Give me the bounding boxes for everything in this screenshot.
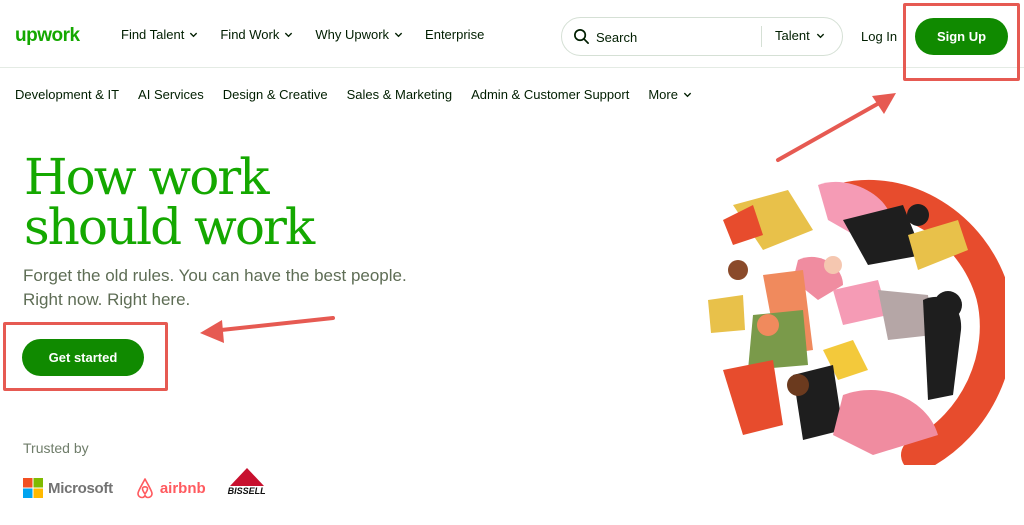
signup-button[interactable]: Sign Up	[915, 18, 1008, 55]
search-divider	[761, 26, 762, 47]
brand-microsoft-name: Microsoft	[48, 479, 113, 497]
brand-bissell: BISSELL	[228, 468, 266, 496]
illustration-laptop	[708, 295, 745, 333]
illustration-head	[787, 374, 809, 396]
logo-text: upwork	[15, 25, 80, 46]
hero-headline-line1: How work	[24, 148, 270, 206]
hero-headline: How work should work	[24, 148, 315, 256]
nav-why-upwork[interactable]: Why Upwork	[315, 27, 403, 42]
nav-find-talent[interactable]: Find Talent	[121, 27, 198, 42]
nav-find-talent-label: Find Talent	[121, 27, 185, 42]
illustration-head	[907, 204, 929, 226]
hero-headline-line2: should work	[24, 198, 315, 256]
nav-find-work[interactable]: Find Work	[220, 27, 293, 42]
chevron-down-icon	[683, 92, 692, 98]
illustration-head	[728, 260, 748, 280]
trusted-by-label: Trusted by	[23, 440, 89, 456]
chevron-down-icon	[394, 32, 403, 38]
hero-illustration	[708, 170, 1005, 465]
search-input[interactable]	[596, 27, 746, 47]
search-box: Talent	[561, 17, 843, 56]
brand-bissell-name: BISSELL	[227, 486, 266, 496]
category-admin-support[interactable]: Admin & Customer Support	[471, 87, 629, 102]
brand-airbnb-name: airbnb	[159, 479, 206, 497]
microsoft-logo-icon	[23, 478, 43, 498]
category-label: Design & Creative	[222, 87, 328, 102]
category-label: AI Services	[138, 87, 204, 102]
category-ai-services[interactable]: AI Services	[138, 87, 204, 102]
nav-find-work-label: Find Work	[220, 27, 280, 42]
top-header: upwork Find Talent Find Work Why Upwork …	[0, 0, 1024, 68]
nav-enterprise-label: Enterprise	[425, 27, 485, 42]
category-label: Sales & Marketing	[346, 87, 453, 102]
category-label: Development & IT	[15, 87, 120, 102]
illustration-head	[757, 314, 779, 336]
category-development-it[interactable]: Development & IT	[15, 87, 119, 102]
category-more[interactable]: More	[648, 87, 692, 102]
upwork-logo[interactable]: upwork	[15, 22, 91, 50]
upwork-logo-mark: upwork	[15, 25, 81, 46]
brand-microsoft: Microsoft	[23, 478, 113, 498]
trusted-brands: Microsoft airbnb BISSELL	[23, 468, 266, 502]
nav-enterprise[interactable]: Enterprise	[425, 27, 484, 42]
search-scope-label: Talent	[775, 28, 810, 43]
illustration-head	[824, 256, 842, 274]
hero-subtitle: Forget the old rules. You can have the b…	[23, 264, 453, 312]
chevron-down-icon	[816, 33, 824, 39]
login-link[interactable]: Log In	[861, 29, 897, 44]
hero-subtitle-line1: Forget the old rules. You can have the b…	[23, 266, 407, 285]
nav-why-upwork-label: Why Upwork	[315, 27, 390, 42]
arrow-to-get-started	[200, 316, 335, 343]
category-sales-marketing[interactable]: Sales & Marketing	[347, 87, 453, 102]
category-label: More	[648, 87, 678, 102]
brand-airbnb: airbnb	[135, 477, 206, 499]
illustration-red-legs	[723, 360, 783, 435]
chevron-down-icon	[285, 32, 293, 38]
arrow-to-signup	[776, 93, 896, 162]
search-scope-dropdown[interactable]: Talent	[775, 28, 825, 43]
chevron-down-icon	[190, 32, 198, 38]
airbnb-logo-icon	[137, 478, 153, 499]
category-bar: Development & IT AI Services Design & Cr…	[15, 87, 692, 102]
category-design-creative[interactable]: Design & Creative	[223, 87, 328, 102]
illustration-head	[934, 291, 962, 319]
hero-subtitle-line2: Right now. Right here.	[23, 290, 191, 309]
bissell-logo-icon	[229, 468, 264, 486]
category-label: Admin & Customer Support	[471, 87, 630, 102]
main-nav: Find Talent Find Work Why Upwork Enterpr…	[121, 27, 484, 42]
illustration-olive-shirt	[748, 310, 808, 370]
search-icon[interactable]	[573, 28, 590, 45]
get-started-button[interactable]: Get started	[22, 339, 144, 376]
